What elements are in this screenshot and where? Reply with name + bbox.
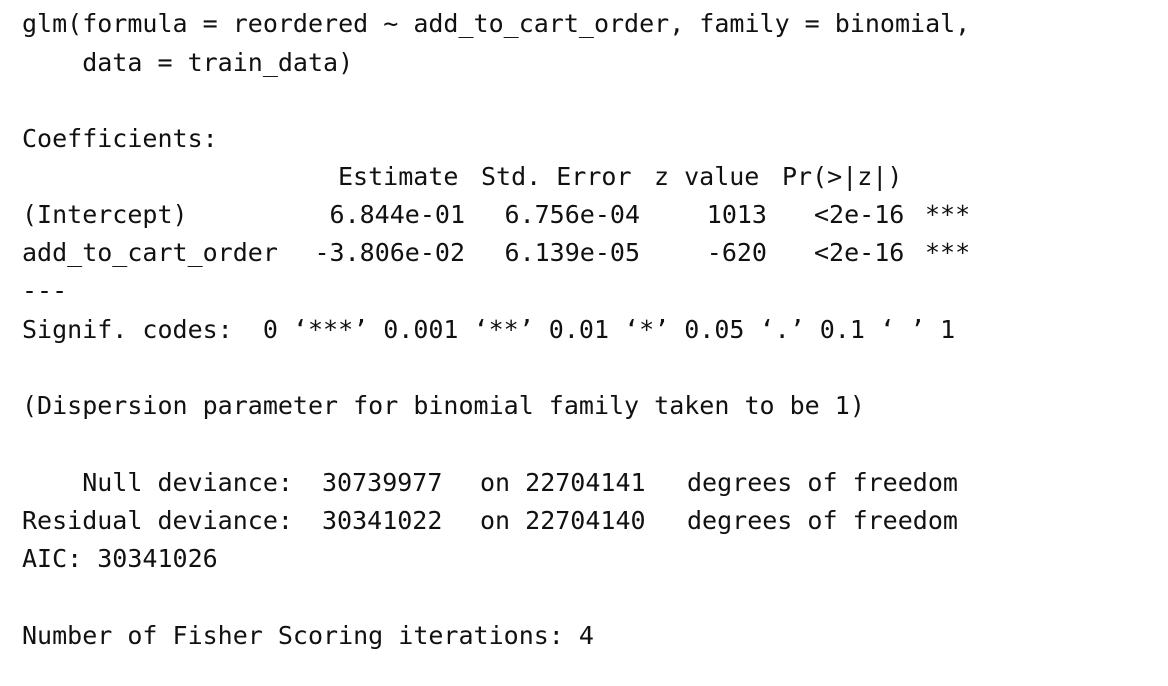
coefficients-separator: --- [22,276,68,305]
coefficients-title: Coefficients: [22,124,218,153]
signif-codes-legend: Signif. codes: 0 ‘***’ 0.001 ‘**’ 0.01 ‘… [22,315,956,344]
coef-name: add_to_cart_order [22,238,278,267]
fisher-scoring-line: Number of Fisher Scoring iterations: 4 [22,621,594,650]
residual-deviance-suffix: degrees of freedom [687,506,958,535]
null-deviance-df: on 22704141 [480,468,646,497]
residual-deviance-label: Residual deviance: [22,506,293,535]
residual-deviance-line: Residual deviance: 30341022 on 22704140 … [22,506,1022,536]
coefficient-row: add_to_cart_order -3.806e-02 6.139e-05 -… [22,238,1022,268]
coef-estimate: 6.844e-01 [329,200,465,229]
coef-name: (Intercept) [22,200,188,229]
coef-signif-stars: *** [925,238,971,267]
glm-call-line-1: glm(formula = reordered ~ add_to_cart_or… [22,9,971,38]
coef-std-error: 6.139e-05 [504,238,640,267]
null-deviance-label: Null deviance: [22,468,293,497]
aic-line: AIC: 30341026 [22,544,218,573]
header-z-value: z value [654,162,760,191]
header-estimate: Estimate [338,162,459,191]
header-std-error: Std. Error [481,162,632,191]
dispersion-note: (Dispersion parameter for binomial famil… [22,391,865,420]
null-deviance-line: Null deviance: 30739977 on 22704141 degr… [22,468,1022,498]
coefficient-row: (Intercept) 6.844e-01 6.756e-04 1013 <2e… [22,200,1022,230]
coef-p-value: <2e-16 [814,200,905,229]
residual-deviance-value: 30341022 [322,506,443,535]
r-console-output: glm(formula = reordered ~ add_to_cart_or… [22,0,1152,656]
residual-deviance-df: on 22704140 [480,506,646,535]
null-deviance-value: 30739977 [322,468,443,497]
coef-estimate: -3.806e-02 [314,238,465,267]
coef-std-error: 6.756e-04 [504,200,640,229]
coef-z-value: -620 [706,238,767,267]
coefficients-header-row: Estimate Std. Error z value Pr(>|z|) [22,162,1022,192]
null-deviance-suffix: degrees of freedom [687,468,958,497]
header-p-value: Pr(>|z|) [782,162,903,191]
glm-call-line-2: data = train_data) [22,48,354,77]
coef-signif-stars: *** [925,200,971,229]
coef-z-value: 1013 [706,200,767,229]
coef-p-value: <2e-16 [814,238,905,267]
